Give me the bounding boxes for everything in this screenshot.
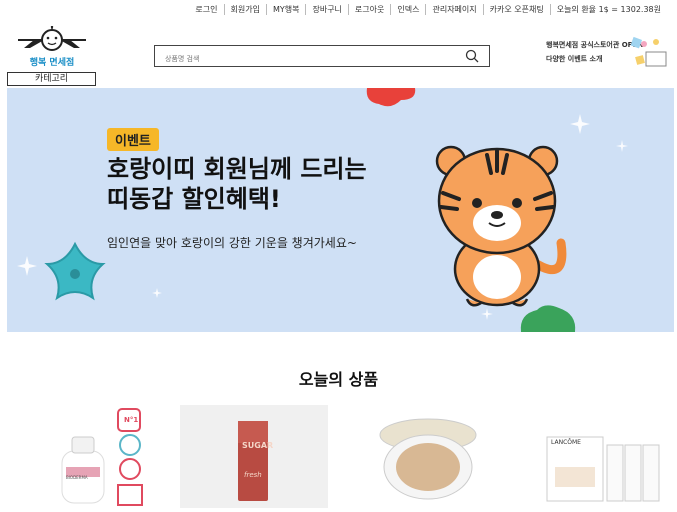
nav-index[interactable]: 인덱스 bbox=[391, 4, 427, 15]
sparkle-icon bbox=[616, 140, 628, 152]
banner-headline: 호랑이띠 회원님께 드리는 띠동갑 할인혜택! bbox=[107, 154, 427, 214]
product-card[interactable]: BIODERMA N°1 bbox=[40, 405, 188, 508]
nav-signup[interactable]: 회원가입 bbox=[225, 4, 267, 15]
nav-login[interactable]: 로그인 bbox=[189, 4, 225, 15]
todays-products-title: 오늘의 상품 bbox=[298, 370, 379, 389]
green-blob-decoration bbox=[520, 305, 576, 332]
search-input[interactable] bbox=[155, 49, 455, 69]
banner-headline-line2: 띠동갑 할인혜택! bbox=[107, 185, 281, 213]
sparkle-icon bbox=[570, 114, 590, 134]
sparkle-icon bbox=[17, 256, 37, 276]
red-blob-decoration bbox=[366, 88, 416, 107]
product-list: BIODERMA N°1 SUGAR fresh LANCÔME bbox=[0, 405, 677, 508]
nav-cart[interactable]: 장바구니 bbox=[306, 4, 349, 15]
top-nav: 로그인 회원가입 MY행복 장바구니 로그아웃 인덱스 관리자페이지 카카오 오… bbox=[189, 4, 667, 15]
product-label: SUGAR bbox=[242, 441, 274, 450]
event-banner[interactable]: 이벤트 호랑이띠 회원님께 드리는 띠동갑 할인혜택! 임인연을 맞아 호랑이의… bbox=[7, 88, 674, 332]
product-image bbox=[238, 421, 268, 501]
promo-banner[interactable]: 행복면세점 공식스토어관 OPEN 다양한 이벤트 소개 bbox=[546, 28, 672, 82]
product-brand: BIODERMA bbox=[66, 475, 88, 480]
nav-admin[interactable]: 관리자페이지 bbox=[426, 4, 484, 15]
search-icon[interactable] bbox=[465, 49, 479, 63]
nav-my-happy[interactable]: MY행복 bbox=[267, 4, 307, 15]
product-brand: LANCÔME bbox=[551, 439, 581, 446]
tiger-illustration bbox=[435, 145, 567, 307]
banner-subline: 임인연을 맞아 호랑이의 강한 기운을 챙겨가세요~ bbox=[107, 236, 357, 250]
event-badge: 이벤트 bbox=[107, 128, 159, 151]
product-brand: fresh bbox=[244, 471, 262, 479]
product-image bbox=[379, 418, 477, 500]
product-card[interactable] bbox=[350, 405, 498, 508]
sparkle-icon bbox=[481, 308, 493, 320]
product-label: N°1 bbox=[124, 416, 139, 424]
product-card[interactable]: LANCÔME bbox=[525, 405, 673, 508]
product-card[interactable]: SUGAR fresh bbox=[180, 405, 328, 508]
nav-kakao-chat[interactable]: 카카오 오픈채팅 bbox=[484, 4, 551, 15]
product-image bbox=[61, 408, 143, 506]
product-image bbox=[546, 436, 660, 502]
logo-text: 행복 면세점 bbox=[29, 58, 75, 68]
teal-flower-decoration bbox=[44, 241, 106, 301]
exchange-rate: 오늘의 환율 1$ = 1302.38원 bbox=[556, 5, 661, 14]
airplane-icon bbox=[18, 25, 86, 51]
sparkle-icon bbox=[152, 288, 162, 298]
gift-decoration-icon bbox=[630, 36, 667, 67]
promo-line2: 다양한 이벤트 소개 bbox=[546, 55, 603, 63]
search-bar bbox=[154, 45, 490, 69]
category-button[interactable]: 카테고리 bbox=[7, 72, 96, 86]
nav-logout[interactable]: 로그아웃 bbox=[349, 4, 392, 15]
banner-headline-line1: 호랑이띠 회원님께 드리는 bbox=[107, 155, 367, 183]
